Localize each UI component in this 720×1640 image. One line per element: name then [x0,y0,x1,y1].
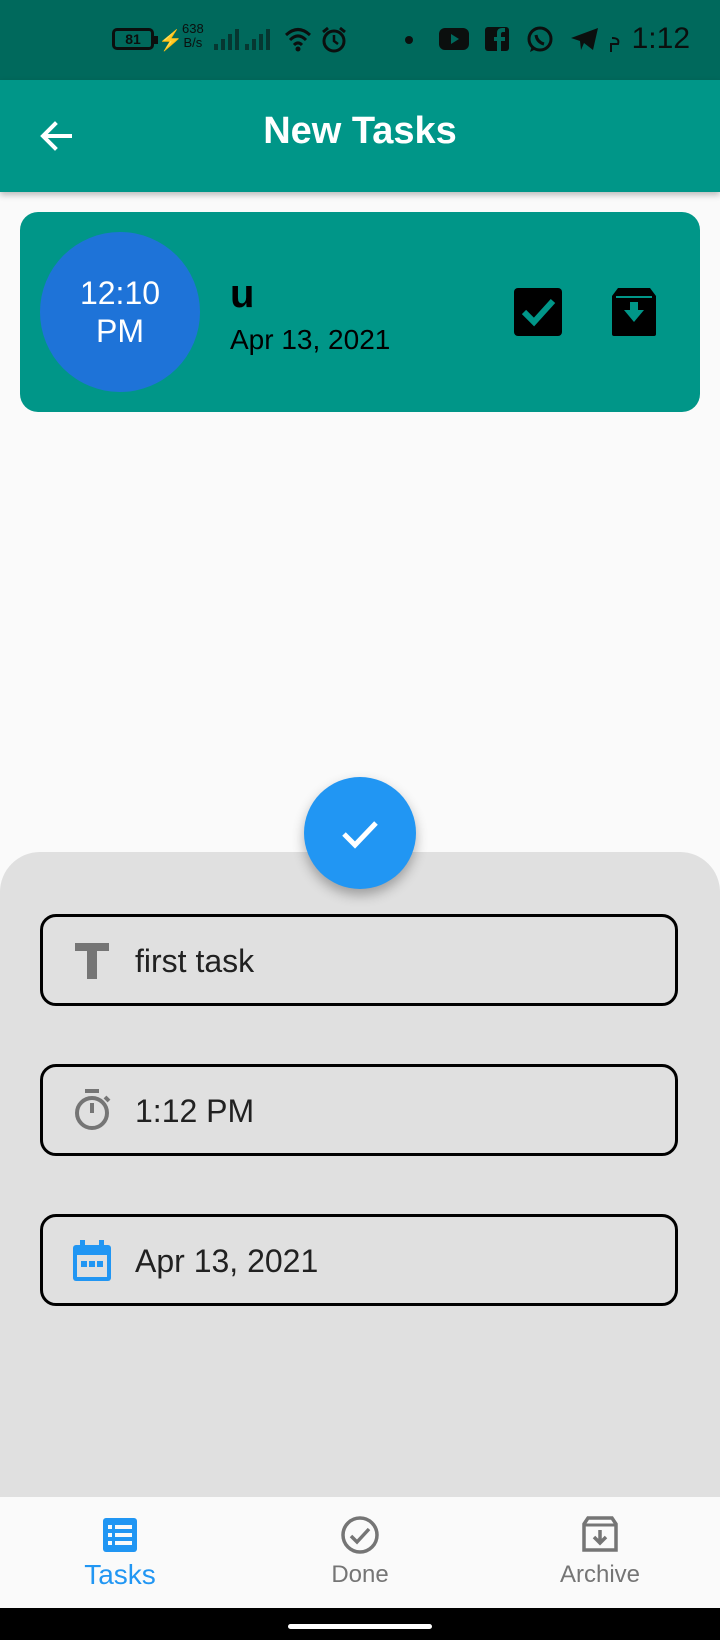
net-speed: 638 B/s [182,22,204,50]
youtube-icon [439,28,469,50]
system-navigation-bar [0,1608,720,1640]
archive-icon [582,1516,618,1552]
title-icon [75,943,109,979]
charging-icon: ⚡ [158,30,183,52]
check-circle-icon [341,1516,379,1554]
nav-tab-archive[interactable]: Archive [480,1497,720,1608]
timer-icon [75,1089,111,1130]
alarm-icon [322,26,346,53]
task-time-field[interactable] [40,1064,678,1156]
status-bar: 81 ⚡ 638 B/s 1:12 [0,0,720,80]
task-title-input[interactable] [135,933,645,989]
new-task-sheet [0,852,720,1497]
telegram-icon [571,28,598,50]
nav-label-done: Done [331,1561,389,1588]
task-time-hour: 12:10 [79,275,161,311]
nav-tab-tasks[interactable]: Tasks [0,1497,240,1608]
net-speed-unit: B/s [183,35,203,50]
facebook-icon [485,27,509,51]
task-time-circle: 12:10 PM [40,232,200,392]
task-date: Apr 13, 2021 [230,324,391,355]
task-time-period: PM [96,313,144,349]
task-title-field[interactable] [40,914,678,1006]
archive-icon[interactable] [606,284,662,340]
check-icon [342,821,378,849]
nav-label-tasks: Tasks [84,1559,156,1590]
home-handle[interactable] [288,1624,432,1629]
submit-task-button[interactable] [304,777,416,889]
task-title: u [230,272,255,316]
task-date-field[interactable] [40,1214,678,1306]
check-box-icon[interactable] [510,284,566,340]
nav-label-archive: Archive [559,1561,641,1588]
nav-tab-done[interactable]: Done [240,1497,480,1608]
bottom-navigation: Tasks Done Archive [0,1497,720,1608]
signal-icon [214,29,270,50]
task-date-input[interactable] [135,1233,645,1289]
arabic-indicator-icon [610,37,620,52]
task-card[interactable]: 12:10 PM u Apr 13, 2021 [20,212,700,412]
task-time-input[interactable] [135,1083,645,1139]
notification-dot-icon [405,36,413,44]
status-time: 1:12 [631,22,690,55]
battery-level: 81 [125,31,141,47]
battery-icon: 81 [112,28,158,50]
net-speed-value: 638 [182,21,204,36]
whatsapp-icon [527,26,553,52]
page-title: New Tasks [263,110,457,152]
list-icon [103,1518,137,1552]
calendar-icon [73,1240,111,1281]
wifi-icon [284,28,312,52]
app-bar: New Tasks [0,80,720,192]
